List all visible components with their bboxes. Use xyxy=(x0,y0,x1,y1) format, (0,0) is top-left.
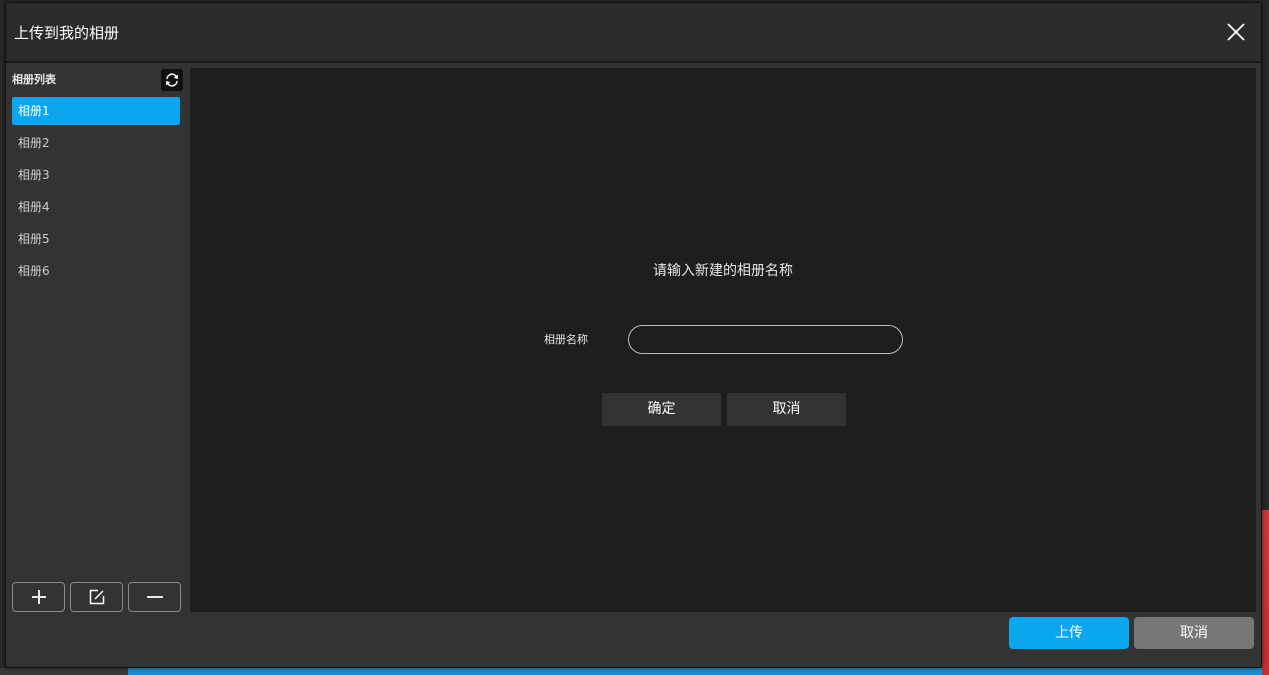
album-tools xyxy=(12,582,182,612)
refresh-icon xyxy=(166,73,178,87)
album-sidebar: 相册列表 相册1 相册2 相册3 相册4 相册5 相册6 xyxy=(6,65,189,613)
dialog-titlebar: 上传到我的相册 xyxy=(6,3,1261,63)
close-icon xyxy=(1227,23,1245,41)
album-item[interactable]: 相册6 xyxy=(12,257,180,285)
minus-icon xyxy=(146,596,163,598)
background-strip-right xyxy=(1262,510,1269,675)
edit-icon xyxy=(89,589,104,605)
album-item[interactable]: 相册2 xyxy=(12,129,180,157)
album-item[interactable]: 相册4 xyxy=(12,193,180,221)
plus-icon xyxy=(31,590,46,604)
album-item[interactable]: 相册3 xyxy=(12,161,180,189)
upload-button[interactable]: 上传 xyxy=(1009,617,1129,649)
confirm-button[interactable]: 确定 xyxy=(602,393,721,426)
new-album-prompt: 请输入新建的相册名称 xyxy=(653,263,793,279)
cancel-button[interactable]: 取消 xyxy=(1134,617,1254,649)
background-strip xyxy=(0,668,1269,675)
dialog-title: 上传到我的相册 xyxy=(14,24,120,42)
refresh-button[interactable] xyxy=(161,69,183,91)
delete-album-button[interactable] xyxy=(128,582,181,612)
album-name-label: 相册名称 xyxy=(544,333,588,346)
album-list-header: 相册列表 xyxy=(12,73,56,86)
close-button[interactable] xyxy=(1225,21,1247,43)
background-strip-dark xyxy=(0,668,128,675)
upload-dialog: 上传到我的相册 相册列表 相册1 相册2 相册3 相册4 相册5 相册6 请输入… xyxy=(5,2,1262,668)
album-name-input[interactable] xyxy=(628,325,903,354)
rename-album-button[interactable] xyxy=(70,582,123,612)
new-album-panel: 请输入新建的相册名称 相册名称 确定 取消 xyxy=(190,68,1256,612)
album-list: 相册1 相册2 相册3 相册4 相册5 相册6 xyxy=(12,97,180,289)
cancel-new-album-button[interactable]: 取消 xyxy=(727,393,846,426)
add-album-button[interactable] xyxy=(12,582,65,612)
album-item[interactable]: 相册5 xyxy=(12,225,180,253)
album-item[interactable]: 相册1 xyxy=(12,97,180,125)
